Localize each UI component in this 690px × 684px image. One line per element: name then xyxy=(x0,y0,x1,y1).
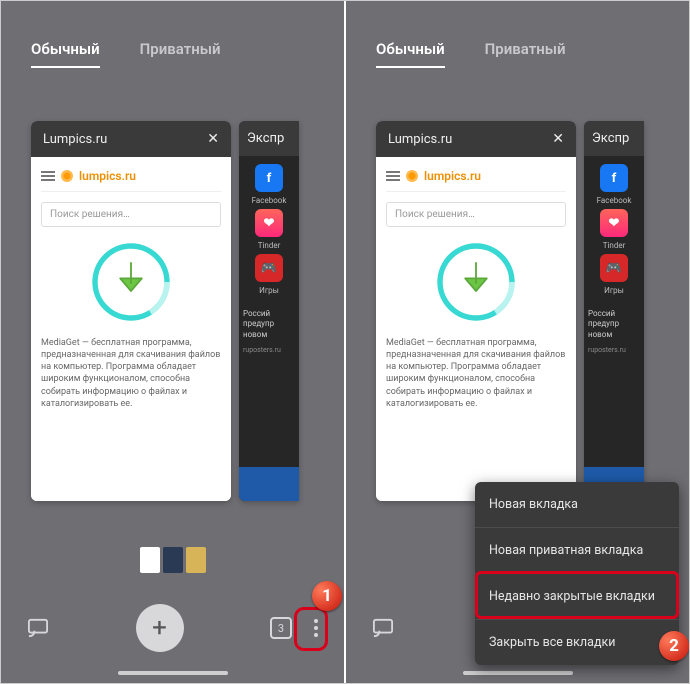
news-snippet: Россий предупр новом xyxy=(584,303,644,346)
site-logo-icon xyxy=(406,170,418,182)
search-input[interactable]: Поиск решения… xyxy=(41,202,221,227)
search-input[interactable]: Поиск решения… xyxy=(386,202,566,227)
thumbnail[interactable] xyxy=(163,547,183,573)
mode-private[interactable]: Приватный xyxy=(140,40,221,68)
tab-mode-switcher: Обычный Приватный xyxy=(346,31,689,77)
menu-new-tab[interactable]: Новая вкладка xyxy=(475,482,679,527)
bottom-toolbar: + 3 xyxy=(1,599,344,657)
highlight-recent-closed xyxy=(475,571,679,619)
article-text: MediaGet — бесплатная программа, предназ… xyxy=(386,337,566,410)
tab-card-title: Lumpics.ru xyxy=(388,132,452,147)
news-snippet: Россий предупр новом xyxy=(239,303,299,346)
games-icon: 🎮 xyxy=(600,254,628,282)
facebook-icon: f xyxy=(255,164,283,192)
news-source: ruposters.ru xyxy=(239,346,299,354)
mode-normal[interactable]: Обычный xyxy=(31,40,100,68)
menu-new-private-tab[interactable]: Новая приватная вкладка xyxy=(475,527,679,573)
tab-thumbnails[interactable] xyxy=(140,547,206,573)
tab-card-lumpics[interactable]: Lumpics.ru ✕ lumpics.ru Поиск решения… xyxy=(31,121,231,501)
site-brand: lumpics.ru xyxy=(424,169,481,183)
ad-banner xyxy=(239,467,299,501)
download-icon xyxy=(431,237,521,327)
thumbnail[interactable] xyxy=(186,547,206,573)
cast-icon[interactable] xyxy=(27,617,49,639)
mode-private[interactable]: Приватный xyxy=(485,40,566,68)
tab-card-title: Lumpics.ru xyxy=(43,132,107,147)
tab-count-button[interactable]: 3 xyxy=(270,617,292,639)
close-tab-icon[interactable]: ✕ xyxy=(207,131,219,147)
site-brand: lumpics.ru xyxy=(79,169,136,183)
article-text: MediaGet — бесплатная программа, предназ… xyxy=(41,337,221,410)
home-indicator xyxy=(463,671,573,675)
home-indicator xyxy=(118,671,228,675)
new-tab-button[interactable]: + xyxy=(136,604,184,652)
tab-card-title: Экспр xyxy=(247,131,284,146)
facebook-icon: f xyxy=(600,164,628,192)
tinder-icon: ❤ xyxy=(600,209,628,237)
tab-card-lumpics[interactable]: Lumpics.ru ✕ lumpics.ru Поиск решения… xyxy=(376,121,576,501)
tab-mode-switcher: Обычный Приватный xyxy=(1,31,344,77)
screenshot-right: Обычный Приватный Lumpics.ru ✕ lumpics.r… xyxy=(344,1,689,683)
tab-card-express[interactable]: Экспр f Facebook ❤ Tinder 🎮 Игры Россий … xyxy=(584,121,644,501)
site-logo-icon xyxy=(61,170,73,182)
close-tab-icon[interactable]: ✕ xyxy=(552,131,564,147)
tab-card-express[interactable]: Экспр f Facebook ❤ Tinder 🎮 Игры Россий … xyxy=(239,121,299,501)
games-icon: 🎮 xyxy=(255,254,283,282)
news-source: ruposters.ru xyxy=(584,346,644,354)
tinder-icon: ❤ xyxy=(255,209,283,237)
cast-icon[interactable] xyxy=(372,617,394,639)
screenshot-left: Обычный Приватный Lumpics.ru ✕ lumpics.r… xyxy=(1,1,344,683)
highlight-kebab xyxy=(294,607,328,651)
mode-normal[interactable]: Обычный xyxy=(376,40,445,68)
step-badge-2: 2 xyxy=(659,631,689,661)
hamburger-icon xyxy=(386,171,400,181)
thumbnail[interactable] xyxy=(140,547,160,573)
tab-card-title: Экспр xyxy=(592,131,629,146)
step-badge-1: 1 xyxy=(312,581,342,611)
download-icon xyxy=(86,237,176,327)
menu-close-all[interactable]: Закрыть все вкладки xyxy=(475,619,679,665)
hamburger-icon xyxy=(41,171,55,181)
